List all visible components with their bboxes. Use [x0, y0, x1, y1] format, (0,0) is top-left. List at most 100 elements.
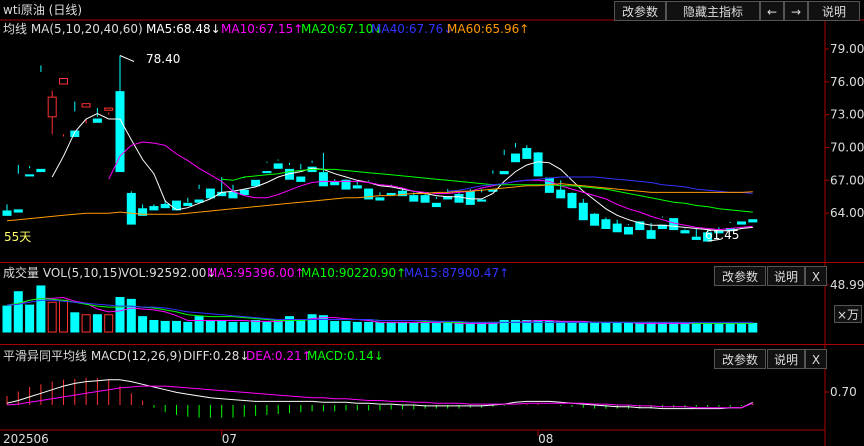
- volume-bar: [285, 316, 294, 333]
- volume-bar: [477, 322, 487, 333]
- candle-down: [160, 203, 170, 209]
- macd-legend-name: 平滑异同平均线 MACD(12,26,9): [3, 349, 182, 363]
- volume-bar: [47, 301, 57, 333]
- volume-bar: [341, 320, 351, 333]
- macd-modify-params-button[interactable]: 改参数: [714, 349, 766, 369]
- volume-bar: [262, 321, 272, 333]
- candle-down: [2, 210, 12, 216]
- volume-bar: [691, 322, 701, 333]
- volume-bar: [556, 320, 566, 333]
- candle-down: [477, 199, 487, 202]
- volume-bar: [737, 322, 746, 333]
- volume-bar: [657, 322, 667, 333]
- ma5-line: [51, 112, 753, 232]
- candle-down: [522, 148, 532, 159]
- volume-bar: [420, 322, 430, 333]
- ma40-legend: MA40:67.76↓: [371, 22, 454, 36]
- macd-close-button[interactable]: X: [805, 349, 827, 369]
- candle-down: [499, 171, 509, 175]
- explain-button[interactable]: 说明: [808, 1, 860, 21]
- volume-bar: [81, 314, 91, 333]
- price-tick-label: 79.00: [830, 42, 864, 56]
- chart-canvas[interactable]: 64.00 67.00 70.00 73.00 76.00 79.00 48.99 0.70 2…: [0, 0, 864, 446]
- candle-down: [352, 185, 362, 189]
- candle-down: [172, 200, 181, 211]
- volume-bar: [601, 322, 611, 333]
- volume-bar: [115, 296, 125, 333]
- volume-bar: [431, 322, 441, 333]
- volume-bar: [217, 319, 227, 333]
- x-tick-label: 07: [222, 432, 237, 446]
- volume-bar: [567, 321, 577, 333]
- candle-down: [511, 153, 520, 163]
- volume-bar: [375, 321, 385, 333]
- volume-bar: [92, 314, 102, 333]
- volume-bar: [138, 316, 148, 333]
- macd-dea-legend: DEA:0.21↑: [246, 349, 312, 363]
- volume-explain-button[interactable]: 说明: [767, 266, 805, 286]
- candle-down: [25, 174, 35, 177]
- candle-down: [126, 192, 136, 225]
- volume-bar: [205, 319, 215, 333]
- candle-down: [318, 172, 328, 187]
- candle-up: [47, 96, 57, 118]
- candle-down: [273, 163, 283, 169]
- volume-bar: [273, 319, 283, 333]
- volume-modify-params-button[interactable]: 改参数: [714, 266, 766, 286]
- volume-bar: [2, 305, 12, 333]
- volume-tick-label: 48.99: [830, 278, 864, 292]
- hide-main-indicator-button[interactable]: 隐藏主指标: [666, 1, 760, 21]
- chart-title: wti原油 (日线): [3, 3, 83, 17]
- volume-bar: [296, 319, 306, 333]
- volume-bar: [104, 314, 114, 333]
- volume-close-button[interactable]: X: [805, 266, 827, 286]
- candle-down: [431, 202, 441, 208]
- volume-bar: [578, 321, 588, 333]
- candle-down: [691, 236, 701, 240]
- candle-down: [36, 168, 46, 173]
- candle-down: [624, 226, 633, 235]
- volume-bar: [398, 321, 407, 333]
- candle-down: [748, 219, 758, 223]
- candle-down: [556, 189, 566, 199]
- candle-down: [228, 191, 238, 199]
- volume-bar: [386, 321, 396, 333]
- candle-up: [104, 107, 114, 111]
- volume-ma5-legend: MA5:95396.00↑: [207, 266, 305, 280]
- x-tick-label: 08: [538, 432, 553, 446]
- candle-down: [601, 219, 611, 229]
- price-tick-label: 67.00: [830, 173, 864, 187]
- ma20-line: [221, 168, 753, 213]
- candle-down: [533, 152, 543, 177]
- volume-bar: [307, 314, 317, 333]
- candle-down: [115, 91, 125, 173]
- candle-down: [92, 118, 102, 123]
- volume-bar: [465, 322, 475, 333]
- candle-down: [205, 188, 215, 199]
- candle-up: [59, 78, 68, 85]
- high-marker-line: [119, 55, 135, 62]
- volume-unit-button[interactable]: ×万: [834, 305, 862, 323]
- volume-bar: [624, 322, 633, 333]
- volume-bar: [330, 320, 340, 333]
- macd-explain-button[interactable]: 说明: [767, 349, 805, 369]
- price-tick-label: 70.00: [830, 140, 864, 154]
- volume-bar: [172, 320, 181, 333]
- volume-bar: [59, 299, 68, 333]
- macd-macd-legend: MACD:0.14↓: [307, 349, 384, 363]
- volume-ma15-legend: MA15:87900.47↑: [404, 266, 510, 280]
- volume-bar: [70, 312, 80, 333]
- volume-bar: [703, 322, 713, 333]
- price-tick-label: 73.00: [830, 108, 864, 122]
- prev-arrow-button[interactable]: ←: [760, 1, 784, 21]
- candle-down: [239, 189, 249, 196]
- candle-down: [578, 202, 588, 221]
- candle-down: [420, 195, 430, 203]
- next-arrow-button[interactable]: →: [784, 1, 808, 21]
- candle-down: [612, 223, 622, 233]
- volume-bar: [160, 320, 170, 333]
- high-price-label: 78.40: [146, 52, 181, 66]
- modify-params-button[interactable]: 改参数: [614, 1, 666, 21]
- candle-down: [669, 218, 679, 231]
- candle-down: [183, 202, 193, 206]
